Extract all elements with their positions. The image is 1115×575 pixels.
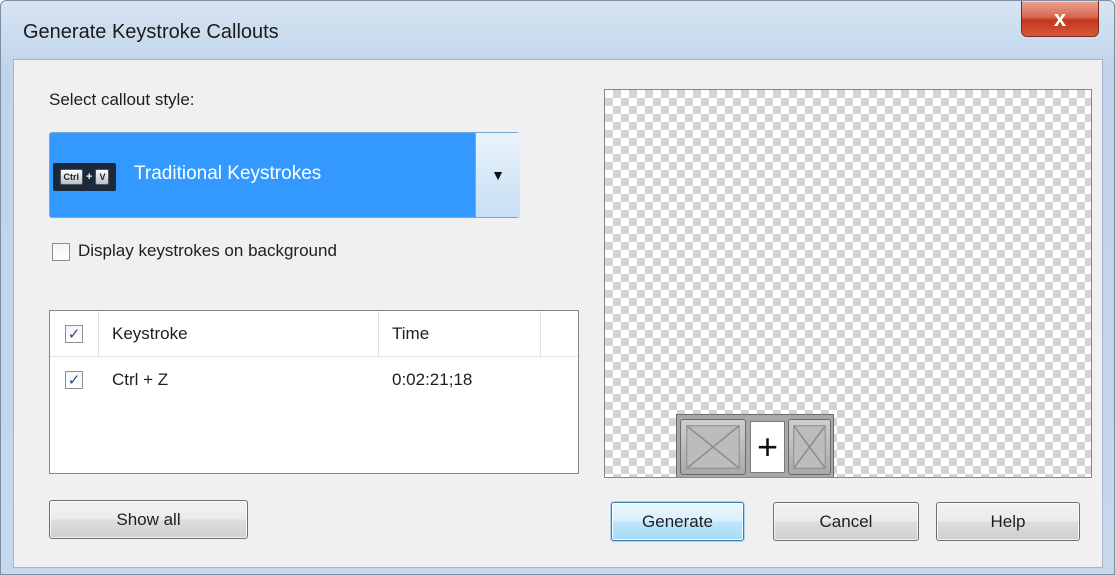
show-all-button[interactable]: Show all: [49, 500, 248, 539]
callout-plus: +: [750, 421, 785, 473]
checkbox-check-icon: ✓: [67, 371, 81, 389]
background-checkbox[interactable]: [52, 243, 70, 261]
checkbox-check-icon: ✓: [67, 325, 81, 343]
generate-button[interactable]: Generate: [611, 502, 744, 541]
callout-preview: +: [604, 89, 1092, 478]
column-header-keystroke[interactable]: Keystroke: [112, 324, 188, 344]
thumb-plus: +: [86, 171, 93, 183]
help-button[interactable]: Help: [936, 502, 1080, 541]
key-placeholder-icon: [680, 419, 746, 475]
background-checkbox-label[interactable]: Display keystrokes on background: [78, 241, 337, 261]
row-time: 0:02:21;18: [392, 370, 473, 389]
close-icon: x: [1053, 5, 1067, 31]
select-all-checkbox[interactable]: ✓: [65, 325, 83, 343]
list-header: ✓ Keystroke Time: [50, 311, 578, 357]
dropdown-arrow-button[interactable]: ▼: [475, 133, 520, 217]
column-separator: [98, 311, 99, 357]
dialog-client-area: Select callout style: Ctrl + V Tradition…: [13, 59, 1103, 568]
cancel-button[interactable]: Cancel: [773, 502, 919, 541]
dialog-window: Generate Keystroke Callouts x Select cal…: [0, 0, 1115, 575]
dropdown-arrow-icon: ▼: [491, 167, 505, 183]
window-title: Generate Keystroke Callouts: [23, 21, 279, 43]
keystroke-callout-preview: +: [676, 414, 834, 477]
close-button[interactable]: x: [1021, 1, 1099, 37]
key-placeholder-icon: [788, 419, 831, 475]
selected-style-text: Traditional Keystrokes: [134, 163, 322, 184]
keystroke-style-thumbnail-icon: Ctrl + V: [53, 163, 116, 191]
row-keystroke: Ctrl + Z: [112, 370, 169, 389]
select-style-label: Select callout style:: [49, 90, 195, 109]
thumb-key-v: V: [95, 169, 110, 185]
column-header-time[interactable]: Time: [392, 324, 429, 344]
column-separator: [378, 311, 379, 357]
thumb-key-ctrl: Ctrl: [59, 169, 84, 185]
column-separator: [540, 311, 541, 357]
row-checkbox[interactable]: ✓: [65, 371, 83, 389]
callout-style-dropdown[interactable]: Ctrl + V Traditional Keystrokes ▼: [49, 132, 520, 218]
keystroke-list[interactable]: ✓ Keystroke Time ✓ Ctrl + Z 0:02:21;18: [49, 310, 579, 474]
